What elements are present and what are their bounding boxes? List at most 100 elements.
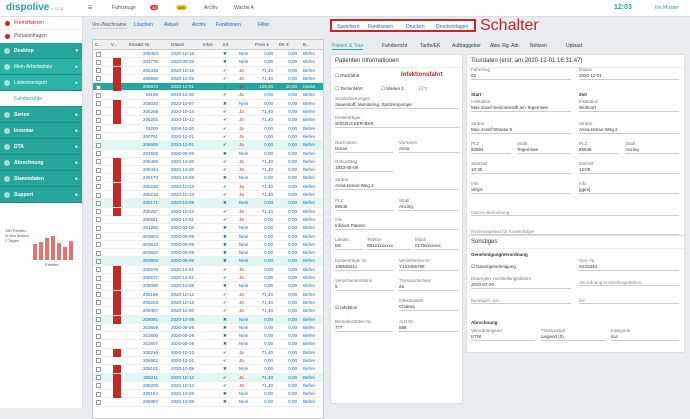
table-row[interactable]: 205216 2020-10-13 ✔ Ja 71,40 0,00 Befrei bbox=[93, 348, 323, 357]
land-field[interactable]: Länder... DE bbox=[335, 237, 363, 250]
terminfahrt-checkbox[interactable]: ☐ Terminfahrt bbox=[335, 86, 363, 92]
row-checkbox[interactable] bbox=[96, 283, 101, 289]
table-row[interactable]: 205209 2020-10-13 ✔ Ja 71,40 0,00 Befrei bbox=[93, 381, 323, 391]
fahrzeug-field[interactable]: Fahrzeug 02 bbox=[471, 67, 571, 80]
start-plz-field[interactable]: PLZ 82684 bbox=[471, 141, 511, 154]
transportart-select[interactable]: Transportart Liegend (0) bbox=[541, 328, 605, 341]
row-checkbox[interactable] bbox=[96, 109, 101, 115]
alert-badge[interactable]: 42 bbox=[150, 5, 159, 11]
row-checkbox[interactable] bbox=[96, 151, 101, 157]
column-header[interactable]: Infos bbox=[203, 42, 213, 47]
start-strasse-field[interactable]: Straße Max-Josef-Strasse 5 bbox=[471, 121, 571, 134]
row-checkbox[interactable] bbox=[96, 126, 101, 132]
row-checkbox[interactable] bbox=[96, 317, 101, 322]
delete-button[interactable]: Löschen bbox=[134, 22, 153, 28]
vorname-field[interactable]: Vorname Anna bbox=[399, 140, 459, 153]
table-row[interactable]: 19200 2019-12-20 ✔ Ja 0,00 0,00 Befrei bbox=[93, 125, 323, 133]
table-row[interactable]: 203605 2020-09-09 ✖ Nein 0,00 0,00 Befrei bbox=[93, 150, 323, 158]
infektionsart-field[interactable]: Infektionsart Cholera bbox=[399, 298, 459, 311]
archiv-link[interactable]: Archiv bbox=[204, 5, 218, 11]
table-row[interactable]: 206577 2020-12-01 ✔ Ja 0,00 0,00 Befrei bbox=[93, 274, 323, 283]
table-row[interactable]: 205170 2020-10-09 ✖ Nein 0,00 0,00 Befrei bbox=[93, 174, 323, 183]
table-row[interactable]: 205336 2020-10-15 ✔ Ja 71,40 0,00 Befrei bbox=[93, 66, 323, 75]
table-row[interactable]: 205568 2020-10-29 ✔ Ja 71,40 0,00 Befrei bbox=[93, 74, 323, 84]
dauergenehmigung-checkbox[interactable]: ☑ Dauergenehmigung bbox=[471, 264, 516, 270]
mobil-field[interactable]: Mobil 0176xxxxxxx bbox=[415, 237, 459, 250]
row-checkbox[interactable] bbox=[96, 375, 101, 381]
row-checkbox[interactable] bbox=[96, 225, 101, 231]
strasse-field[interactable]: Straße Anna-Ismair-Weg 2 bbox=[335, 177, 459, 190]
table-row[interactable]: 206576 2020-12-01 ✔ Ja 0,00 0,00 Befrei bbox=[93, 265, 323, 275]
start-institution-field[interactable]: Institution Max-Josef-Seniorenstift am Te… bbox=[471, 99, 571, 112]
print-templates-button[interactable]: Druckvorlagen bbox=[436, 24, 468, 30]
sidebar-portalanfragen[interactable]: Portalanfragen bbox=[0, 30, 82, 43]
table-row[interactable]: 205198 2020-10-12 ✔ Ja 71,40 0,00 Befrei bbox=[93, 290, 323, 299]
table-row[interactable]: 206585 2020-12-01 ✔ Ja 0,00 0,00 Befrei bbox=[93, 141, 323, 150]
fahrzeuge-link[interactable]: Fahrzeuge bbox=[112, 5, 136, 11]
table-row[interactable]: 19196 2019-12-20 ✔ Ja 0,00 0,00 Befrei bbox=[93, 91, 323, 100]
start-stadt-field[interactable]: Stadt Tegernsee bbox=[517, 141, 571, 154]
table-row[interactable]: 205020 2020-10-07 ✖ Nein 0,00 0,00 Befrei bbox=[93, 99, 323, 109]
start-info-field[interactable]: Info vithjol bbox=[471, 181, 571, 194]
table-row[interactable]: 205457 2020-10-20 ✔ Ja 71,40 0,00 Befrei bbox=[93, 307, 323, 316]
wache-selector[interactable]: Wache A bbox=[234, 5, 254, 11]
row-checkbox[interactable] bbox=[96, 184, 101, 190]
sonderleistungen-field[interactable]: Sonderleistungen Sauerstoff, Monitoring, … bbox=[335, 96, 459, 109]
table-row[interactable]: 205087 2020-10-08 ✖ Nein 0,00 0,00 Befrei bbox=[93, 398, 323, 407]
ziel-info-field[interactable]: Info [gpm] bbox=[579, 181, 679, 194]
table-row[interactable]: 203600 2020-09-09 ✖ Nein 0,00 0,00 Befrei bbox=[93, 332, 323, 341]
functions-button[interactable]: Funktionen bbox=[216, 22, 241, 28]
ziel-institution-field[interactable]: Institution Wohnort bbox=[579, 99, 679, 112]
column-header[interactable]: Preis € bbox=[255, 42, 269, 47]
interne-bemerkung-input[interactable]: Interne Bemerkung bbox=[471, 210, 679, 216]
column-header[interactable]: C... bbox=[95, 42, 102, 47]
row-checkbox[interactable] bbox=[96, 175, 101, 181]
nachname-field[interactable]: Nachname Ismair bbox=[335, 140, 393, 153]
row-checkbox[interactable] bbox=[96, 250, 101, 256]
table-row[interactable]: 205268 2020-10-14 ✔ Ja 71,40 0,00 Befrei bbox=[93, 108, 323, 117]
table-row[interactable]: 205202 2020-10-13 ✔ Ja 71,40 0,00 Befrei bbox=[93, 116, 323, 125]
sidebar-item-mein-arbeitsplatz[interactable]: Mein Arbeitsplatz ▸ bbox=[0, 59, 82, 75]
ziel-plz-field[interactable]: PLZ 85646 bbox=[579, 141, 619, 154]
row-checkbox[interactable] bbox=[96, 217, 101, 223]
sidebar-item-abrechnung[interactable]: Abrechnung ▸ bbox=[0, 155, 82, 171]
row-checkbox[interactable] bbox=[96, 383, 101, 389]
row-checkbox[interactable] bbox=[96, 159, 101, 165]
row-checkbox[interactable] bbox=[96, 325, 101, 331]
row-checkbox[interactable] bbox=[96, 51, 101, 57]
table-row[interactable]: 205211 2020-10-13 ✔ Ja 71,40 0,00 Befrei bbox=[93, 373, 323, 382]
sidebar-item-support[interactable]: Support ▸ bbox=[0, 187, 82, 203]
table-row[interactable]: 205465 2020-10-20 ✔ Ja 71,40 0,00 Befrei bbox=[93, 157, 323, 167]
kategorie-select[interactable]: Kategorie Kur bbox=[611, 328, 679, 341]
table-row[interactable]: 200761 2020-12-01 ✔ Ja 0,00 0,00 Befrei bbox=[93, 133, 323, 142]
tab-patient-tour[interactable]: Patient & Tour bbox=[332, 43, 364, 50]
table-row[interactable]: 203609 2020-09-09 ✖ Nein 0,00 0,00 Befrei bbox=[93, 324, 323, 333]
row-checkbox[interactable] bbox=[96, 333, 101, 339]
table-row[interactable]: 205164 2020-10-09 ✖ Nein 0,00 0,00 Befrei bbox=[93, 390, 323, 399]
tab-notizen[interactable]: Notizen bbox=[530, 43, 547, 49]
versicherten-nr-field[interactable]: Versicherten Nr. Y123456789 bbox=[399, 258, 459, 271]
functions-menu-button[interactable]: Funktionen bbox=[368, 24, 393, 30]
betriebsstaetten-nr-field[interactable]: Betriebsstätten Nr. 777 bbox=[335, 319, 393, 332]
table-row[interactable]: 205287 2020-10-13 ✔ Ja 71,40 0,00 Befrei bbox=[93, 207, 323, 216]
row-checkbox[interactable] bbox=[96, 192, 101, 198]
rueckfahrt-checkbox[interactable]: ☐ Rückfahrt bbox=[335, 73, 360, 79]
verordnungsart-select[interactable]: Verordnungsart KTW bbox=[471, 328, 535, 341]
infektion-checkbox[interactable]: ☑ Infektion bbox=[335, 305, 357, 311]
column-header[interactable]: B... bbox=[303, 42, 310, 47]
row-checkbox[interactable] bbox=[96, 275, 101, 281]
sidebar-fremdfahrten[interactable]: Fremdfahrten bbox=[0, 17, 82, 30]
row-checkbox[interactable] bbox=[96, 366, 101, 372]
row-checkbox[interactable] bbox=[96, 234, 101, 240]
table-row[interactable]: 205363 2020-10-16 ✖ Nein 0,00 0,00 Befrei bbox=[93, 50, 323, 59]
ziel-strasse-field[interactable]: Straße Anna-Ismair-Weg 2 bbox=[579, 121, 679, 134]
sidebar-item-serien[interactable]: Serien ▸ bbox=[0, 107, 82, 123]
table-row[interactable]: 205081 2020-10-08 ✖ Nein 0,00 0,00 Befrei bbox=[93, 315, 323, 324]
tab-tarife-ek[interactable]: Tarife/EK bbox=[420, 43, 440, 49]
row-checkbox[interactable] bbox=[96, 391, 101, 397]
column-header[interactable]: Inf. bbox=[223, 42, 229, 47]
sidebar-item-fahrberichte[interactable]: Fahrberichte bbox=[0, 91, 82, 107]
row-checkbox[interactable] bbox=[96, 350, 101, 356]
sidebar-item-listentransport[interactable]: Listentransport ▸ bbox=[0, 75, 82, 91]
print-button[interactable]: Drucken bbox=[406, 24, 425, 30]
